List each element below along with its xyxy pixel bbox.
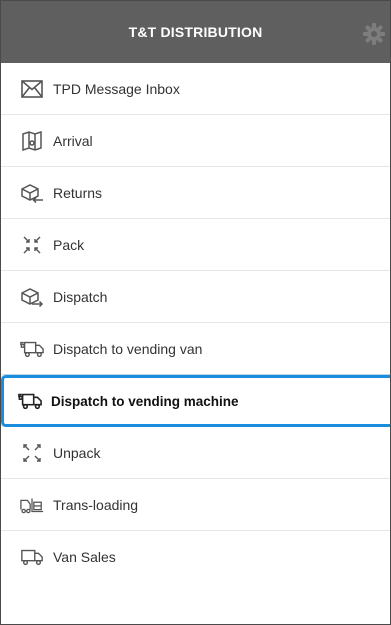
app-header: T&T DISTRIBUTION xyxy=(1,1,390,63)
vending-machine-truck-icon xyxy=(18,390,42,412)
menu-item-label: Dispatch xyxy=(53,288,108,305)
menu-item-label: Van Sales xyxy=(53,549,116,565)
menu-item-van-sales[interactable]: Van Sales xyxy=(1,531,390,583)
menu-item-trans-loading[interactable]: Trans-loading xyxy=(1,479,390,531)
menu-item-dispatch-to-vending-machine[interactable]: Dispatch to vending machine xyxy=(1,375,390,427)
menu-list: TPD Message Inbox Arrival Returns Pack D… xyxy=(1,63,390,583)
trans-loading-icon xyxy=(20,494,44,516)
compress-arrows-icon xyxy=(20,234,44,256)
van-icon xyxy=(20,546,44,568)
app-window: T&T DISTRIBUTION TPD Message Inbox Arriv… xyxy=(0,0,391,625)
menu-item-label: Trans-loading xyxy=(53,496,139,513)
box-dispatch-icon xyxy=(20,286,44,308)
gear-icon[interactable] xyxy=(362,22,386,46)
arrival-map-icon xyxy=(20,130,44,152)
menu-item-label: Pack xyxy=(53,236,85,253)
menu-item-tpd-message-inbox[interactable]: TPD Message Inbox xyxy=(1,63,390,115)
menu-item-label: Returns xyxy=(53,184,103,201)
vending-van-icon xyxy=(20,338,44,360)
menu-item-label: Dispatch to vending machine xyxy=(51,393,239,409)
menu-item-label: Unpack xyxy=(53,444,101,461)
envelope-icon xyxy=(20,78,44,100)
menu-item-dispatch[interactable]: Dispatch xyxy=(1,271,390,323)
menu-item-returns[interactable]: Returns xyxy=(1,167,390,219)
menu-item-label: Arrival xyxy=(53,132,93,149)
menu-item-label: Dispatch to vending van xyxy=(53,340,203,357)
menu-item-label: TPD Message Inbox xyxy=(53,80,180,97)
expand-arrows-icon xyxy=(20,442,44,464)
menu-item-dispatch-to-vending-van[interactable]: Dispatch to vending van xyxy=(1,323,390,375)
menu-item-unpack[interactable]: Unpack xyxy=(1,427,390,479)
box-return-icon xyxy=(20,182,44,204)
menu-item-pack[interactable]: Pack xyxy=(1,219,390,271)
menu-item-arrival[interactable]: Arrival xyxy=(1,115,390,167)
app-title: T&T DISTRIBUTION xyxy=(128,24,263,40)
